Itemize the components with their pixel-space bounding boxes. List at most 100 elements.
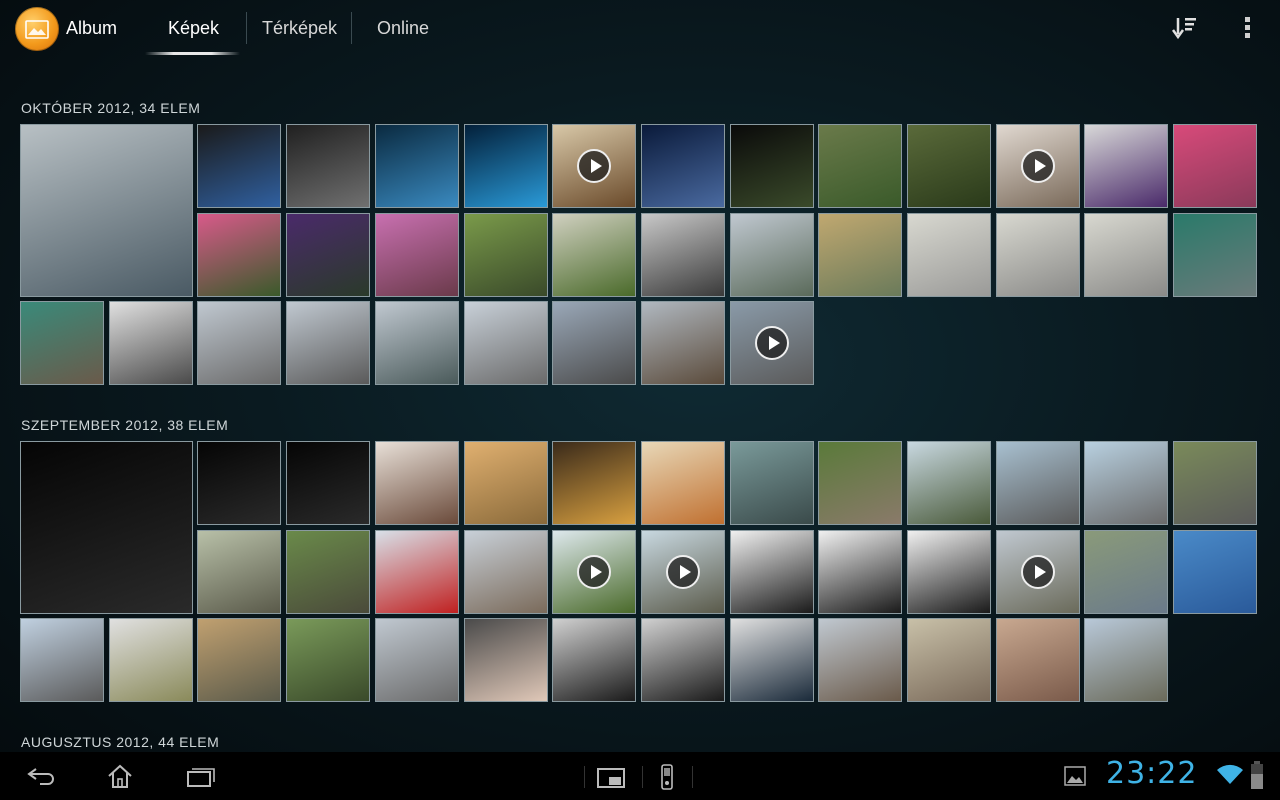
photo-thumbnail[interactable]: [552, 124, 637, 208]
photo-thumbnail[interactable]: [640, 301, 725, 386]
photo-thumbnail[interactable]: [907, 441, 991, 525]
back-icon[interactable]: [26, 766, 56, 786]
photo-thumbnail[interactable]: [552, 618, 637, 703]
photo-thumbnail[interactable]: [1084, 529, 1169, 614]
photo-thumbnail[interactable]: [729, 212, 814, 297]
photo-thumbnail[interactable]: [907, 529, 991, 614]
photo-thumbnail[interactable]: [552, 441, 637, 525]
photo-thumbnail[interactable]: [729, 618, 814, 703]
section-label-october[interactable]: OKTÓBER 2012, 34 ELEM: [21, 100, 200, 116]
photo-thumbnail[interactable]: [197, 301, 282, 386]
photo-thumbnail[interactable]: [552, 301, 637, 386]
photo-thumbnail[interactable]: [818, 618, 903, 703]
photo-thumbnail[interactable]: [1173, 212, 1258, 297]
photo-thumbnail[interactable]: [20, 441, 193, 614]
section-label-august[interactable]: AUGUSZTUS 2012, 44 ELEM: [21, 734, 219, 750]
photo-thumbnail[interactable]: [729, 301, 814, 386]
photo-thumbnail[interactable]: [729, 124, 814, 208]
photo-thumbnail[interactable]: [374, 124, 459, 208]
divider: [642, 766, 643, 788]
photo-thumbnail[interactable]: [995, 212, 1080, 297]
photo-thumbnail[interactable]: [995, 529, 1080, 614]
photo-thumbnail[interactable]: [197, 529, 282, 614]
photo-thumbnail[interactable]: [552, 212, 637, 297]
photo-thumbnail[interactable]: [463, 618, 548, 703]
photo-thumbnail[interactable]: [1084, 212, 1169, 297]
play-video-icon[interactable]: [754, 326, 789, 361]
overflow-menu-icon[interactable]: [1240, 15, 1256, 41]
action-bar: Album Képek Térképek Online: [0, 0, 1280, 58]
photo-thumbnail[interactable]: [463, 529, 548, 614]
photo-thumbnail[interactable]: [197, 618, 282, 703]
photo-thumbnail[interactable]: [20, 124, 193, 297]
photo-thumbnail[interactable]: [995, 618, 1080, 703]
photo-thumbnail[interactable]: [1084, 441, 1169, 525]
photo-thumbnail[interactable]: [907, 124, 991, 208]
photo-thumbnail[interactable]: [640, 124, 725, 208]
gallery-notification-icon[interactable]: [1064, 766, 1086, 786]
photo-thumbnail[interactable]: [1173, 441, 1258, 525]
recent-apps-icon[interactable]: [186, 766, 216, 788]
play-video-icon[interactable]: [1020, 554, 1055, 589]
photo-thumbnail[interactable]: [818, 212, 903, 297]
photo-thumbnail[interactable]: [1084, 618, 1169, 703]
photo-thumbnail[interactable]: [463, 124, 548, 208]
photo-thumbnail[interactable]: [1084, 124, 1169, 208]
photo-thumbnail[interactable]: [995, 441, 1080, 525]
photo-thumbnail[interactable]: [197, 212, 282, 297]
photo-thumbnail[interactable]: [640, 441, 725, 525]
photo-thumbnail[interactable]: [552, 529, 637, 614]
photo-thumbnail[interactable]: [818, 124, 903, 208]
usb-icon[interactable]: [659, 764, 675, 790]
tab-kepek[interactable]: Képek: [168, 18, 219, 39]
tab-online[interactable]: Online: [377, 18, 429, 39]
photo-thumbnail[interactable]: [197, 124, 282, 208]
photo-thumbnail[interactable]: [374, 212, 459, 297]
photo-thumbnail[interactable]: [818, 529, 903, 614]
photo-thumbnail[interactable]: [286, 212, 371, 297]
home-icon[interactable]: [106, 762, 134, 790]
photo-thumbnail[interactable]: [640, 529, 725, 614]
photo-thumbnail[interactable]: [286, 124, 371, 208]
photo-thumbnail[interactable]: [197, 441, 282, 525]
photo-thumbnail[interactable]: [20, 301, 104, 386]
photo-thumbnail[interactable]: [286, 441, 371, 525]
tab-divider: [351, 12, 352, 44]
photo-thumbnail[interactable]: [374, 441, 459, 525]
photo-thumbnail[interactable]: [374, 618, 459, 703]
photo-thumbnail[interactable]: [995, 124, 1080, 208]
play-video-icon[interactable]: [665, 554, 700, 589]
system-bar: [0, 752, 1280, 800]
photo-thumbnail[interactable]: [374, 529, 459, 614]
photo-thumbnail[interactable]: [729, 529, 814, 614]
app-title[interactable]: Album: [66, 18, 117, 39]
photo-thumbnail[interactable]: [640, 212, 725, 297]
app-album-icon[interactable]: [15, 7, 59, 51]
photo-thumbnail[interactable]: [108, 618, 193, 703]
photo-thumbnail[interactable]: [907, 618, 991, 703]
photo-thumbnail[interactable]: [729, 441, 814, 525]
tab-divider: [246, 12, 247, 44]
photo-thumbnail[interactable]: [463, 301, 548, 386]
play-video-icon[interactable]: [1020, 149, 1055, 183]
photo-thumbnail[interactable]: [286, 529, 371, 614]
play-video-icon[interactable]: [577, 149, 612, 183]
photo-thumbnail[interactable]: [374, 301, 459, 386]
screenshot-icon[interactable]: [597, 768, 627, 790]
active-tab-indicator: [145, 52, 240, 55]
photo-thumbnail[interactable]: [1173, 529, 1258, 614]
photo-thumbnail[interactable]: [20, 618, 104, 703]
section-label-september[interactable]: SZEPTEMBER 2012, 38 ELEM: [21, 417, 228, 433]
sort-icon[interactable]: [1170, 14, 1198, 42]
photo-thumbnail[interactable]: [463, 212, 548, 297]
photo-thumbnail[interactable]: [286, 301, 371, 386]
play-video-icon[interactable]: [577, 554, 612, 589]
photo-thumbnail[interactable]: [907, 212, 991, 297]
photo-thumbnail[interactable]: [463, 441, 548, 525]
photo-thumbnail[interactable]: [286, 618, 371, 703]
photo-thumbnail[interactable]: [108, 301, 193, 386]
photo-thumbnail[interactable]: [1173, 124, 1258, 208]
photo-thumbnail[interactable]: [818, 441, 903, 525]
photo-thumbnail[interactable]: [640, 618, 725, 703]
tab-terkepek[interactable]: Térképek: [262, 18, 337, 39]
